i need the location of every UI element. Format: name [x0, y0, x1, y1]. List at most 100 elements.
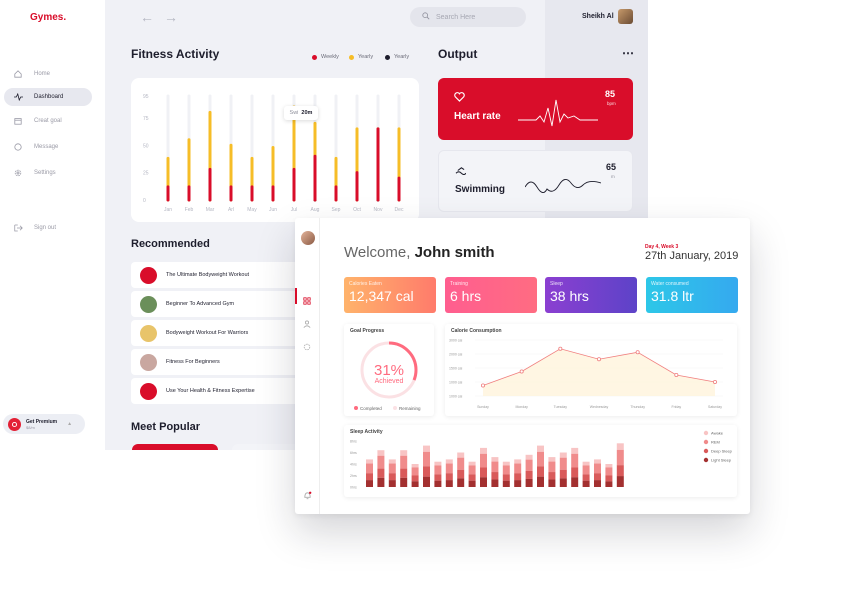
- sidebar-item-dashboard[interactable]: Dashboard: [4, 88, 92, 106]
- gear-icon[interactable]: [303, 338, 311, 356]
- sleep-bar-segment: [605, 481, 613, 487]
- stat-card-water[interactable]: Water consumed 31.8 ltr: [646, 277, 738, 313]
- fitness-title: Fitness Activity: [131, 47, 220, 61]
- forward-arrow-icon[interactable]: →: [164, 9, 178, 25]
- heart-icon: [454, 89, 465, 107]
- user-name[interactable]: Sheikh Al: [582, 13, 614, 20]
- more-icon[interactable]: ⋯: [622, 46, 634, 60]
- stat-card-training[interactable]: Training 6 hrs: [445, 277, 537, 313]
- sleep-bar-segment: [548, 472, 556, 480]
- y-tick-label: 2hrs: [350, 474, 357, 478]
- signout-icon: [11, 224, 25, 232]
- sleep-bar-segment: [502, 474, 510, 481]
- sleep-bar-segment: [445, 459, 453, 464]
- sidebar-item-label: Home: [34, 71, 51, 77]
- x-tick-label: Friday: [671, 405, 681, 409]
- signout-button[interactable]: Sign out: [4, 219, 92, 237]
- sleep-activity-panel: Sleep Activity 8hrs 6hrs 4hrs 2hrs 0hrs Awake…: [344, 425, 737, 497]
- swimming-card[interactable]: Swimming 65 m: [438, 150, 633, 212]
- stat-card-calories[interactable]: Calories Eaten 12,347 cal: [344, 277, 436, 313]
- stat-card-sleep[interactable]: Sleep 38 hrs: [545, 277, 637, 313]
- list-item[interactable]: Bodyweight Workout For Warriors: [131, 320, 301, 346]
- sleep-bar-segment: [605, 467, 613, 476]
- calorie-point: [558, 346, 563, 351]
- sleep-bar-segment: [571, 467, 579, 478]
- get-premium-button[interactable]: Get Premium $8/m ▲: [3, 414, 85, 434]
- sleep-bar-segment: [514, 463, 522, 474]
- sleep-bar-segment: [514, 459, 522, 464]
- sleep-bar-segment: [411, 481, 419, 487]
- sleep-bar-segment: [571, 447, 579, 454]
- sleep-bar-segment: [480, 453, 487, 468]
- calorie-point: [674, 373, 679, 378]
- legend-label: REM: [711, 440, 720, 445]
- sleep-bar-segment: [616, 443, 624, 450]
- sleep-bar-segment: [502, 480, 510, 487]
- sidebar-item-label: Settings: [34, 170, 56, 176]
- y-tick-label: 25: [143, 171, 149, 177]
- back-arrow-icon[interactable]: ←: [140, 9, 154, 25]
- sidebar-item-creat-goal[interactable]: Creat goal: [4, 112, 92, 130]
- sidebar-item-message[interactable]: Message: [4, 138, 92, 156]
- sleep-bar-segment: [434, 480, 442, 487]
- video-thumbnail: [140, 295, 157, 313]
- sleep-bar-segment: [366, 459, 373, 464]
- sleep-bar-segment: [445, 463, 453, 474]
- avatar[interactable]: [301, 231, 315, 245]
- swimming-unit: m: [611, 174, 615, 179]
- x-tick-label: Dec: [395, 207, 404, 213]
- sleep-bar-segment: [468, 474, 476, 481]
- x-tick-label: Arl: [228, 207, 234, 213]
- sleep-bar-segment: [525, 454, 533, 460]
- heart-rate-card[interactable]: Heart rate 85 bpm: [438, 78, 633, 140]
- sleep-bar-segment: [411, 467, 419, 476]
- x-tick-label: Jan: [164, 207, 172, 213]
- heart-rate-graph: [518, 99, 598, 127]
- y-tick-label: 1500 cal: [449, 367, 462, 371]
- avatar[interactable]: [618, 9, 633, 24]
- user-icon[interactable]: [303, 315, 311, 333]
- swimmer-icon: [455, 162, 467, 180]
- welcome-text: Welcome, John smith: [344, 244, 495, 261]
- sleep-bar-segment: [514, 473, 522, 481]
- popular-card[interactable]: [232, 444, 302, 450]
- sidebar-item-settings[interactable]: Settings: [4, 164, 92, 182]
- sleep-bar-segment: [377, 455, 385, 469]
- video-thumbnail: [140, 324, 157, 342]
- popular-card[interactable]: [132, 444, 218, 450]
- sleep-bar-segment: [559, 457, 567, 470]
- list-item[interactable]: Beginner To Advanced Gym: [131, 291, 301, 317]
- search-icon: [422, 12, 430, 22]
- app-logo[interactable]: Gymes.: [30, 12, 66, 23]
- sleep-bar-segment: [457, 469, 465, 479]
- swimming-graph: [525, 179, 601, 193]
- sleep-bar-segment: [468, 465, 476, 475]
- sleep-bar-segment: [388, 480, 396, 487]
- sidebar-item-home[interactable]: Home: [4, 65, 92, 83]
- sleep-bar-segment: [605, 475, 613, 482]
- search-input[interactable]: Search Here: [410, 7, 526, 27]
- goal-progress-panel: Goal Progress 31% Achieved Completed Rem…: [344, 324, 434, 416]
- sleep-bar-segment: [537, 476, 544, 487]
- list-item[interactable]: Use Your Health & Fitness Expertise: [131, 378, 301, 404]
- grid-icon[interactable]: [303, 292, 311, 310]
- date-label: 27th January, 2019: [645, 250, 739, 262]
- x-tick-label: Saturday: [708, 405, 722, 409]
- sleep-bar-segment: [537, 445, 544, 452]
- x-tick-label: Tuesday: [554, 405, 568, 409]
- sleep-chart: 8hrs 6hrs 4hrs 2hrs 0hrs Awake REM Deep Sleep Li…: [350, 431, 733, 490]
- sleep-bar-segment: [480, 447, 487, 454]
- list-item[interactable]: The Ultimate Bodyweight Workout: [131, 262, 301, 288]
- legend-weekly: Weekly: [312, 54, 339, 60]
- bell-icon[interactable]: [303, 487, 312, 505]
- sleep-bar-segment: [525, 478, 533, 487]
- y-tick-label: 75: [143, 116, 149, 122]
- goal-sub: Achieved: [374, 378, 404, 385]
- chevron-up-icon: ▲: [67, 421, 73, 427]
- calorie-area: [483, 348, 715, 396]
- legend-label: Light Sleep: [711, 458, 732, 463]
- list-item[interactable]: Fitness For Beginners: [131, 349, 301, 375]
- x-tick-label: Sep: [332, 207, 341, 213]
- sleep-bar-segment: [582, 461, 590, 466]
- heart-rate-unit: bpm: [607, 101, 616, 106]
